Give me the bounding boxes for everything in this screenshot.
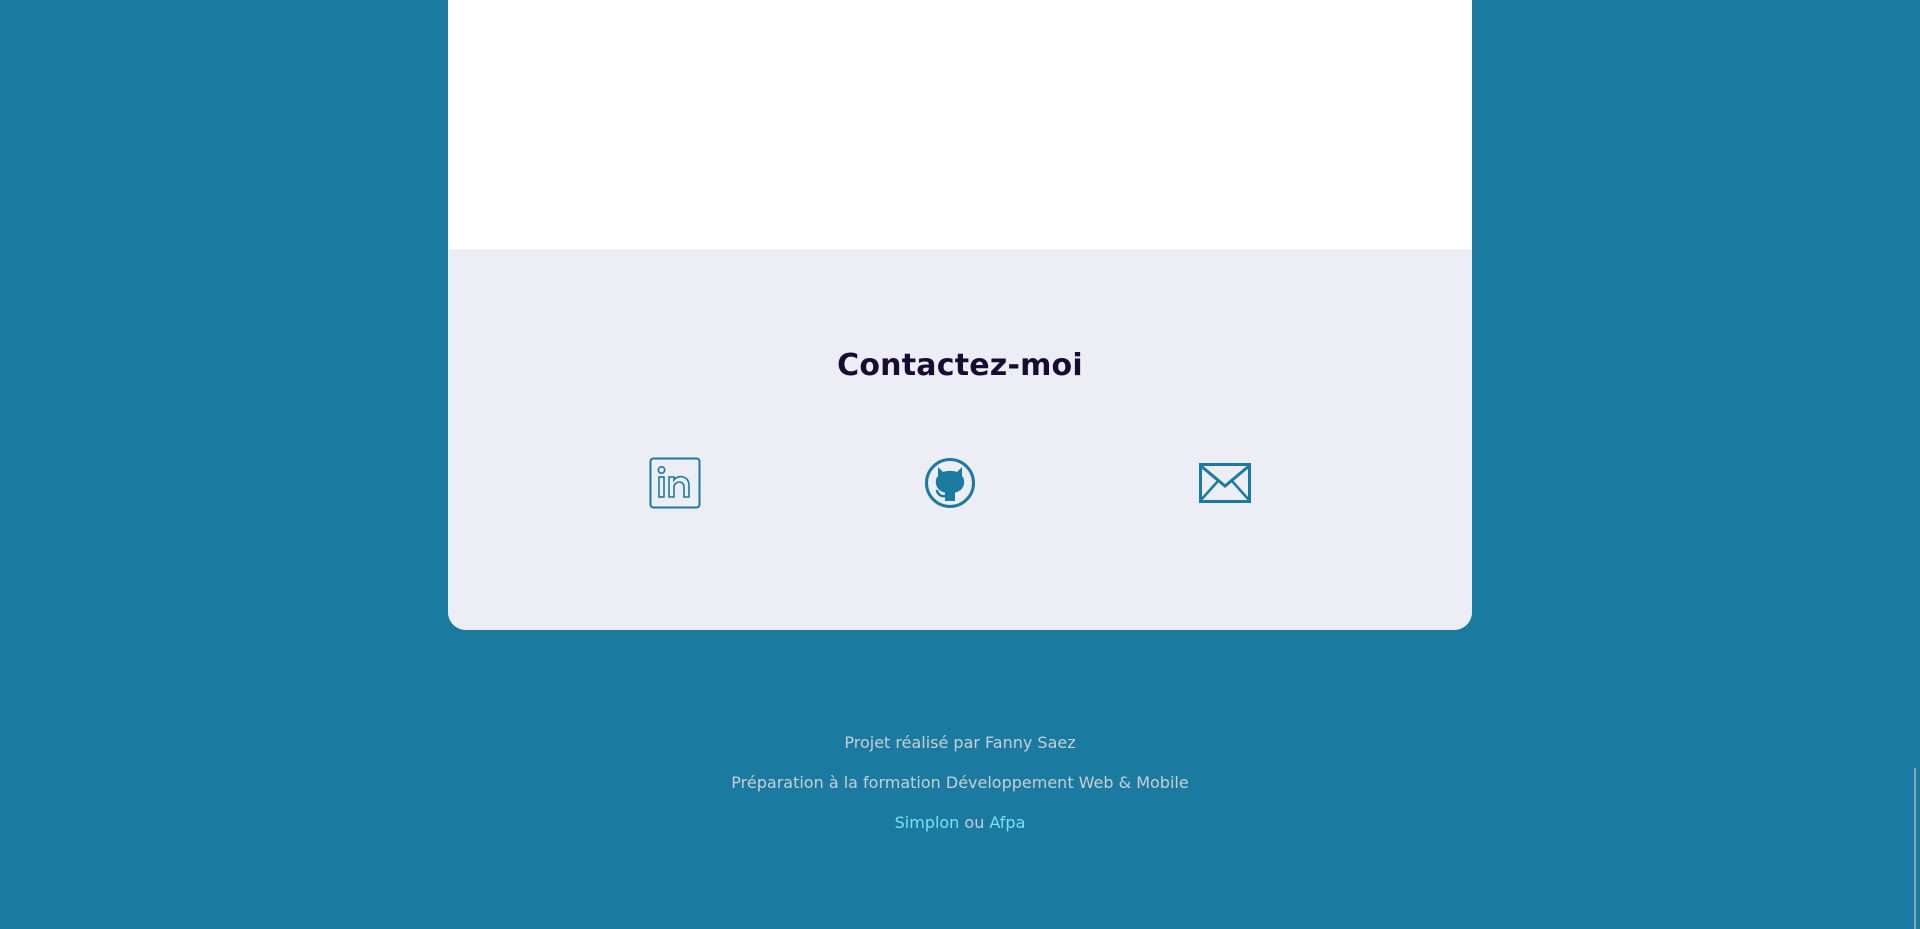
github-link[interactable] xyxy=(924,457,976,513)
footer-credit: Projet réalisé par Fanny Saez xyxy=(844,733,1076,752)
scrollbar-thumb[interactable] xyxy=(1914,768,1916,929)
simplon-link[interactable]: Simplon xyxy=(895,813,960,832)
envelope-icon xyxy=(1199,463,1251,507)
main-card: Contactez-moi xyxy=(448,0,1472,630)
contact-section: Contactez-moi xyxy=(448,249,1472,630)
footer-separator: ou xyxy=(964,813,990,832)
footer-links: Simplon ou Afpa xyxy=(0,803,1920,843)
afpa-link[interactable]: Afpa xyxy=(989,813,1025,832)
linkedin-icon xyxy=(649,457,701,513)
email-link[interactable] xyxy=(1199,459,1251,511)
contact-title: Contactez-moi xyxy=(837,348,1083,383)
content-area xyxy=(448,0,1472,249)
page-footer: Projet réalisé par Fanny Saez Préparatio… xyxy=(0,723,1920,843)
footer-training: Préparation à la formation Développement… xyxy=(731,773,1189,792)
github-icon xyxy=(924,457,976,513)
linkedin-link[interactable] xyxy=(649,457,701,513)
